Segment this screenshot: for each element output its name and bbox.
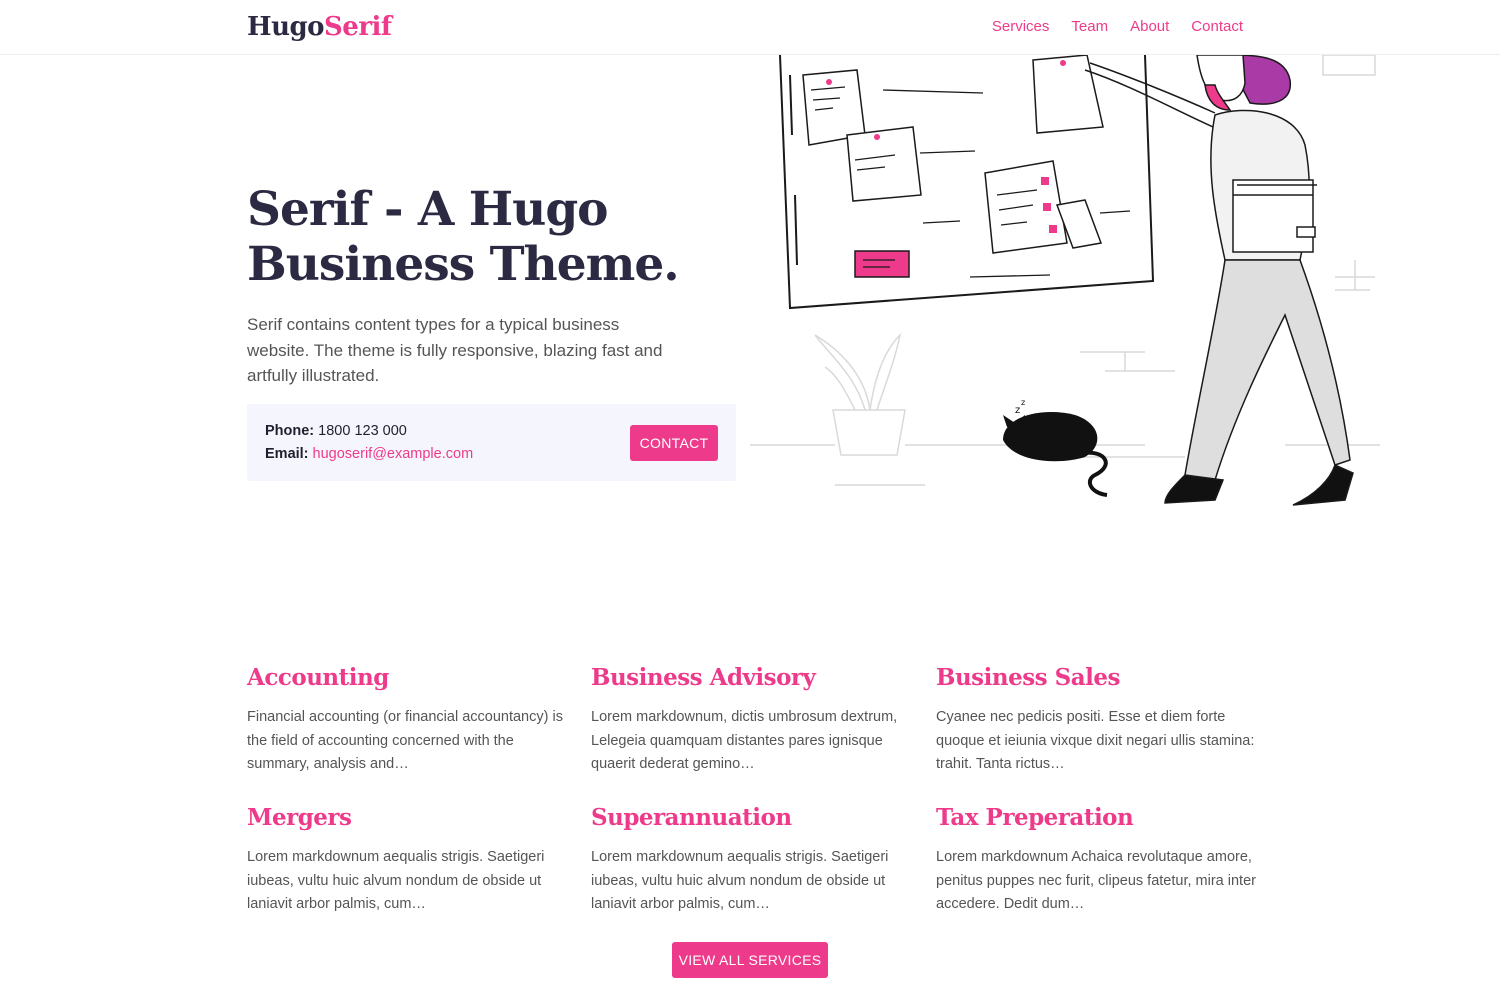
email-line: Email: hugoserif@example.com (265, 446, 473, 462)
service-title[interactable]: Superannuation (591, 804, 911, 836)
service-superannuation: Superannuation Lorem markdownum aequalis… (591, 804, 911, 917)
hero-illustration: z z (750, 55, 1380, 506)
service-summary: Lorem markdownum aequalis strigis. Saeti… (591, 849, 889, 912)
service-business-advisory: Business Advisory Lorem markdownum, dict… (591, 664, 911, 777)
service-summary: Lorem markdownum aequalis strigis. Saeti… (247, 849, 545, 912)
hero-title: Serif - A Hugo Business Theme. (247, 182, 680, 292)
service-tax-preperation: Tax Preperation Lorem markdownum Achaica… (936, 804, 1256, 917)
email-label: Email: (265, 446, 309, 462)
main-nav: Services Team About Contact (992, 18, 1243, 35)
contact-box: Phone: 1800 123 000 Email: hugoserif@exa… (247, 404, 736, 481)
view-all-services-button[interactable]: VIEW ALL SERVICES (672, 942, 828, 978)
svg-text:z: z (1021, 398, 1025, 407)
service-title[interactable]: Business Sales (936, 664, 1256, 696)
service-business-sales: Business Sales Cyanee nec pedicis positi… (936, 664, 1256, 777)
service-summary: Financial accounting (or financial accou… (247, 709, 563, 772)
service-title[interactable]: Tax Preperation (936, 804, 1256, 836)
service-accounting: Accounting Financial accounting (or fina… (247, 664, 567, 777)
service-summary: Lorem markdownum Achaica revolutaque amo… (936, 849, 1256, 912)
service-title[interactable]: Mergers (247, 804, 567, 836)
service-summary: Lorem markdownum, dictis umbrosum dextru… (591, 709, 898, 772)
hero-description: Serif contains content types for a typic… (247, 315, 663, 385)
site-logo[interactable]: HugoSerif (247, 12, 392, 42)
nav-link-contact[interactable]: Contact (1191, 18, 1243, 35)
phone-line: Phone: 1800 123 000 (265, 423, 407, 439)
svg-text:z: z (1015, 405, 1020, 416)
phone-value: 1800 123 000 (318, 423, 407, 439)
nav-link-team[interactable]: Team (1071, 18, 1108, 35)
email-link[interactable]: hugoserif@example.com (313, 446, 474, 462)
service-mergers: Mergers Lorem markdownum aequalis strigi… (247, 804, 567, 917)
service-summary: Cyanee nec pedicis positi. Esse et diem … (936, 709, 1255, 772)
nav-link-about[interactable]: About (1130, 18, 1169, 35)
contact-button[interactable]: CONTACT (630, 425, 718, 461)
logo-text-hugo: Hugo (247, 12, 325, 42)
phone-label: Phone: (265, 423, 315, 439)
logo-text-serif: Serif (324, 12, 392, 42)
site-header: HugoSerif Services Team About Contact (0, 0, 1500, 55)
service-title[interactable]: Accounting (247, 664, 567, 696)
service-title[interactable]: Business Advisory (591, 664, 911, 696)
nav-link-services[interactable]: Services (992, 18, 1050, 35)
